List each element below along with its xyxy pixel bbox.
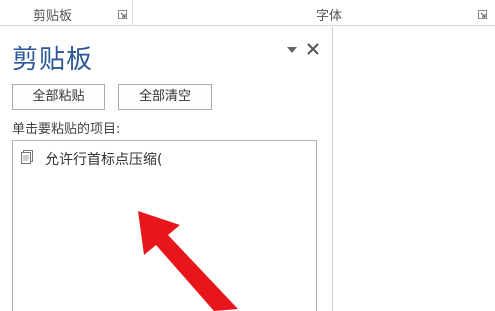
close-icon[interactable]: [306, 42, 320, 56]
pane-instruction-label: 单击要粘贴的项目:: [12, 122, 121, 137]
ribbon-group-font: 字体: [133, 0, 495, 26]
dialog-launcher-icon[interactable]: [118, 10, 127, 19]
ribbon-group-labels: 剪贴板 字体: [0, 0, 495, 26]
pane-title: 剪贴板: [12, 45, 94, 75]
ribbon-group-label-clipboard: 剪贴板: [33, 9, 73, 24]
annotation-arrow-icon: [138, 211, 238, 311]
clipboard-item-text: 允许行首标点压缩(: [45, 152, 163, 168]
pane-options-dropdown-icon[interactable]: [286, 46, 298, 54]
paste-all-button[interactable]: 全部粘贴: [12, 84, 105, 110]
clipboard-item[interactable]: 允许行首标点压缩(: [17, 147, 307, 169]
ribbon-group-clipboard: 剪贴板: [0, 0, 133, 26]
ribbon-group-label-font: 字体: [316, 9, 343, 24]
clear-all-button[interactable]: 全部清空: [118, 84, 212, 110]
dialog-launcher-icon[interactable]: [478, 10, 487, 19]
document-icon: [21, 150, 33, 164]
